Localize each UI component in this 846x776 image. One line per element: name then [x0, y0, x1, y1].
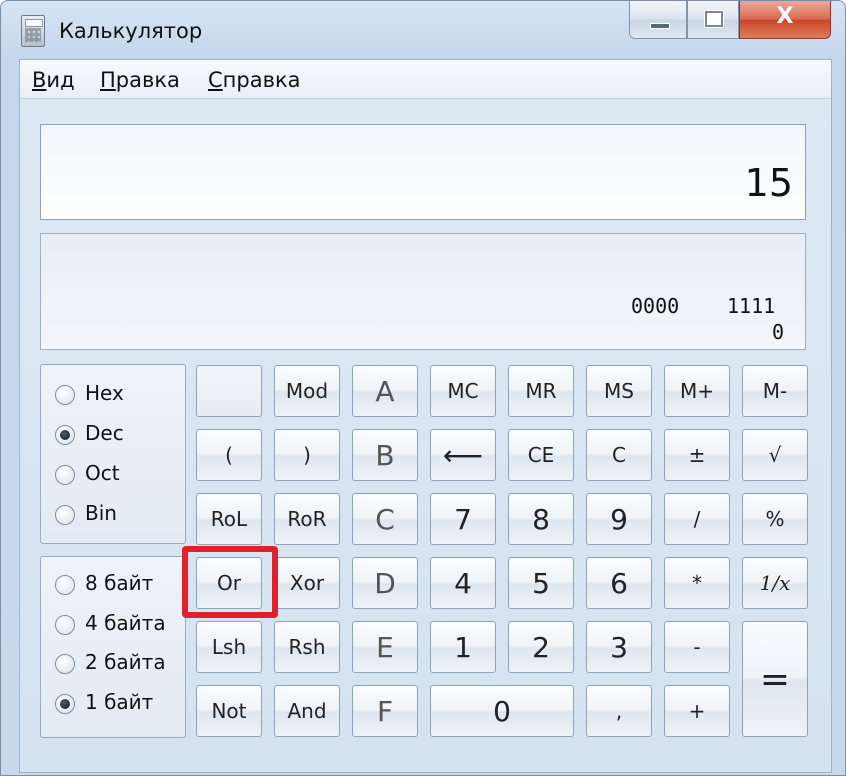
mod-button[interactable]: Mod — [274, 365, 340, 417]
clear-entry-button[interactable]: CE — [508, 429, 574, 481]
radio-2-bytes-circle[interactable] — [55, 654, 75, 674]
digit-3-button[interactable]: 3 — [586, 621, 652, 673]
hex-a-button[interactable]: A — [352, 365, 418, 417]
digit-7-button[interactable]: 7 — [430, 493, 496, 545]
calculator-body: Вид Правка Справка 15 0000 1111 0 Hex De… — [19, 59, 832, 773]
bit-group-low: 1111 — [727, 294, 776, 318]
word-size-group: 8 байт 4 байта 2 байта 1 байт — [40, 556, 186, 738]
menu-view[interactable]: Вид — [32, 68, 75, 92]
digit-4-button[interactable]: 4 — [430, 557, 496, 609]
digit-0-button[interactable]: 0 — [430, 685, 574, 737]
equals-button[interactable]: = — [742, 621, 808, 737]
digit-5-button[interactable]: 5 — [508, 557, 574, 609]
add-button[interactable]: + — [664, 685, 730, 737]
bit-group-high: 0000 — [631, 294, 680, 318]
rotate-left-button[interactable]: RoL — [196, 493, 262, 545]
left-shift-button[interactable]: Lsh — [196, 621, 262, 673]
maximize-icon — [705, 11, 723, 27]
window-title: Калькулятор — [59, 19, 203, 43]
radio-4-bytes-circle[interactable] — [55, 615, 75, 635]
hex-d-button[interactable]: D — [352, 557, 418, 609]
digit-8-button[interactable]: 8 — [508, 493, 574, 545]
close-paren-button[interactable]: ) — [274, 429, 340, 481]
digit-2-button[interactable]: 2 — [508, 621, 574, 673]
menu-help[interactable]: Справка — [208, 68, 301, 92]
calculator-app-icon — [21, 15, 45, 47]
and-button[interactable]: And — [274, 685, 340, 737]
calculator-window: Калькулятор X Вид Правка Справка 15 0000… — [0, 0, 846, 776]
display-value: 15 — [744, 161, 793, 205]
radix-group: Hex Dec Oct Bin — [40, 364, 186, 544]
divide-button[interactable]: / — [664, 493, 730, 545]
blank-key[interactable] — [196, 365, 262, 417]
menu-edit[interactable]: Правка — [100, 68, 180, 92]
hex-c-button[interactable]: C — [352, 493, 418, 545]
radio-hex-circle[interactable] — [55, 385, 75, 405]
plus-minus-button[interactable]: ± — [664, 429, 730, 481]
memory-add-button[interactable]: M+ — [664, 365, 730, 417]
or-button[interactable]: Or — [196, 557, 262, 609]
radio-bin-circle[interactable] — [55, 505, 75, 525]
radio-oct-circle[interactable] — [55, 465, 75, 485]
percent-button[interactable]: % — [742, 493, 808, 545]
clear-button[interactable]: C — [586, 429, 652, 481]
hex-b-button[interactable]: B — [352, 429, 418, 481]
hex-f-button[interactable]: F — [352, 685, 418, 737]
decimal-separator-button[interactable]: , — [586, 685, 652, 737]
right-shift-button[interactable]: Rsh — [274, 621, 340, 673]
hex-e-button[interactable]: E — [352, 621, 418, 673]
square-root-button[interactable]: √ — [742, 429, 808, 481]
maximize-button[interactable] — [687, 1, 739, 39]
digit-1-button[interactable]: 1 — [430, 621, 496, 673]
close-icon: X — [776, 4, 794, 29]
digit-6-button[interactable]: 6 — [586, 557, 652, 609]
radio-1-byte-circle[interactable] — [55, 694, 75, 714]
memory-recall-button[interactable]: MR — [508, 365, 574, 417]
digit-9-button[interactable]: 9 — [586, 493, 652, 545]
subtract-button[interactable]: - — [664, 621, 730, 673]
reciprocal-button[interactable]: 1/x — [742, 557, 808, 609]
memory-store-button[interactable]: MS — [586, 365, 652, 417]
rotate-right-button[interactable]: RoR — [274, 493, 340, 545]
radio-dec-circle[interactable] — [55, 425, 75, 445]
radio-8-bytes-circle[interactable] — [55, 575, 75, 595]
not-button[interactable]: Not — [196, 685, 262, 737]
result-display: 15 — [40, 124, 806, 220]
minimize-icon — [650, 23, 670, 29]
title-bar[interactable]: Калькулятор X — [1, 1, 845, 57]
bit-display: 0000 1111 0 — [40, 233, 806, 350]
open-paren-button[interactable]: ( — [196, 429, 262, 481]
memory-subtract-button[interactable]: M- — [742, 365, 808, 417]
xor-button[interactable]: Xor — [274, 557, 340, 609]
menu-bar: Вид Правка Справка — [20, 60, 831, 99]
bit-index: 0 — [772, 320, 785, 344]
close-button[interactable]: X — [739, 1, 831, 39]
minimize-button[interactable] — [629, 1, 687, 39]
backspace-button[interactable]: ⟵ — [430, 429, 496, 481]
memory-clear-button[interactable]: MC — [430, 365, 496, 417]
multiply-button[interactable]: * — [664, 557, 730, 609]
